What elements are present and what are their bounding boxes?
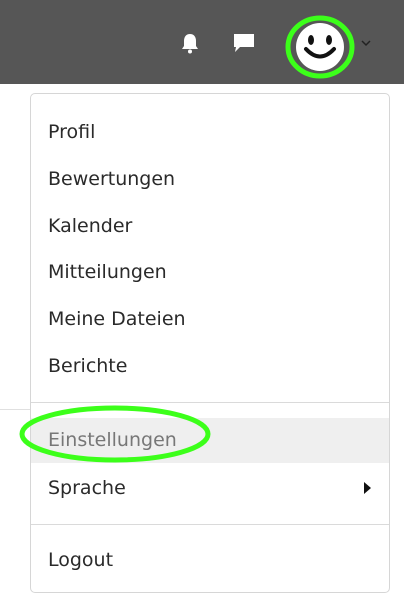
menu-item-sprache[interactable]: Sprache (31, 466, 389, 511)
page-divider (0, 409, 30, 410)
user-dropdown-menu: Profil Bewertungen Kalender Mitteilungen… (30, 93, 390, 593)
menu-item-einstellungen[interactable]: Einstellungen (31, 418, 389, 463)
menu-item-mitteilungen[interactable]: Mitteilungen (31, 250, 389, 295)
menu-item-kalender[interactable]: Kalender (31, 204, 389, 249)
menu-item-profil[interactable]: Profil (31, 110, 389, 155)
menu-item-meine-dateien[interactable]: Meine Dateien (31, 297, 389, 342)
top-navbar (0, 0, 404, 84)
avatar-image (285, 15, 355, 79)
menu-divider (31, 402, 389, 403)
menu-item-bewertungen[interactable]: Bewertungen (31, 157, 389, 202)
chevron-down-icon[interactable] (360, 38, 372, 48)
bell-icon[interactable] (178, 31, 202, 55)
avatar[interactable] (284, 14, 356, 80)
menu-item-sprache-label: Sprache (48, 477, 126, 499)
menu-divider (31, 524, 389, 525)
menu-item-logout[interactable]: Logout (31, 538, 389, 583)
caret-right-icon (364, 482, 371, 494)
chat-icon[interactable] (231, 31, 257, 55)
menu-item-berichte[interactable]: Berichte (31, 344, 389, 389)
